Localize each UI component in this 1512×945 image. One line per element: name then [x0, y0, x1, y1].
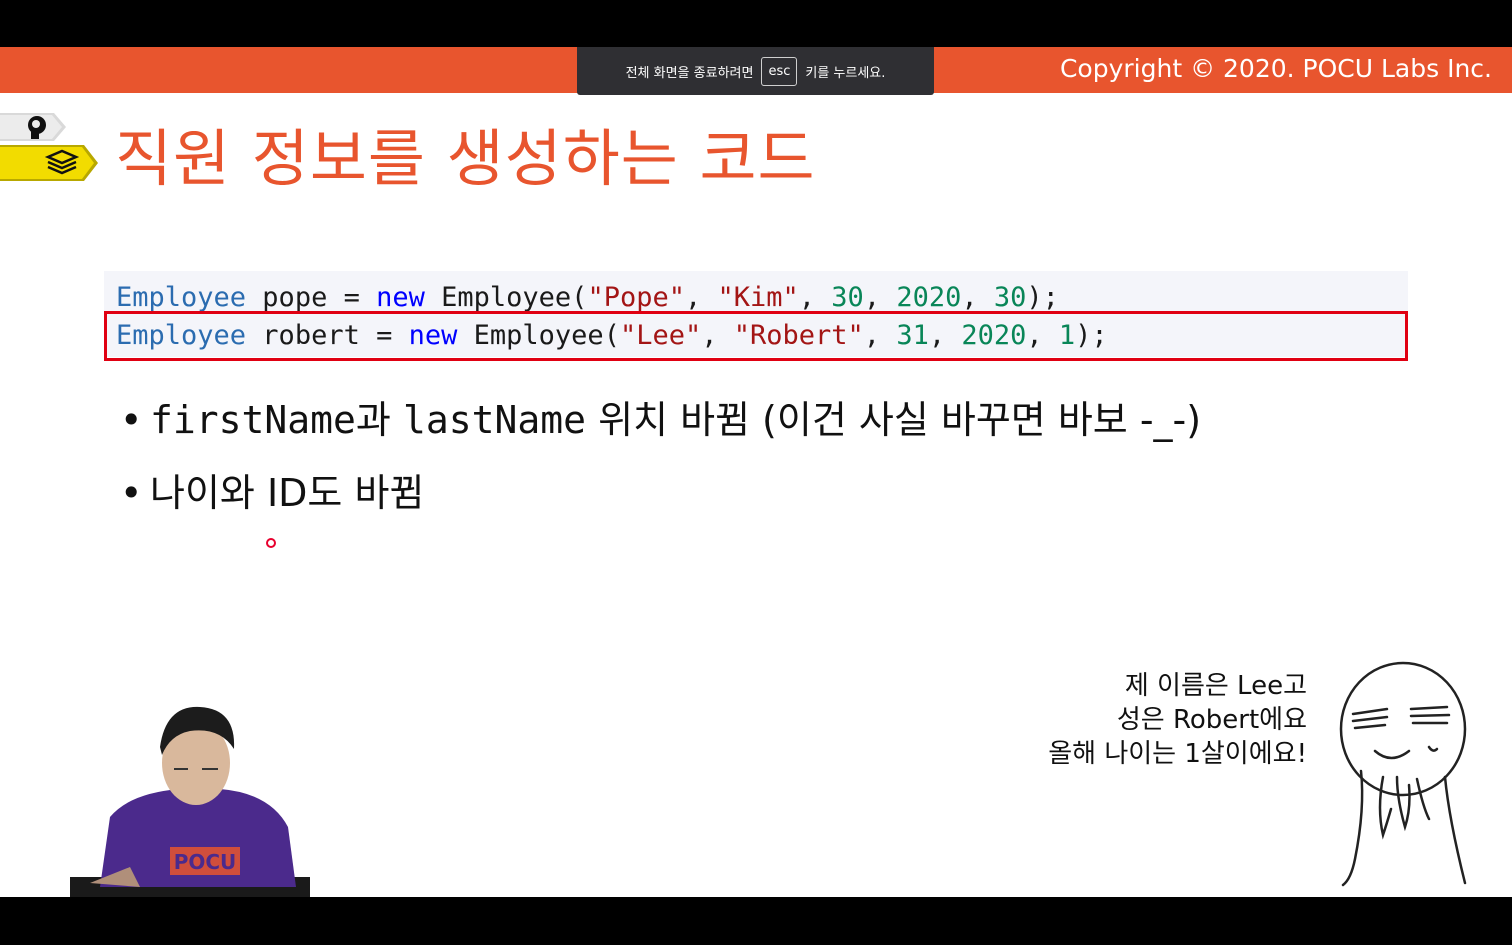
bullet-item: • firstName과 lastName 위치 바뀜 (이건 사실 바꾸면 바보… [120, 389, 1201, 444]
code-string: "Pope" [587, 282, 685, 313]
code-text: , [798, 282, 832, 313]
bullet-text: 위치 바뀜 (이건 사실 바꾸면 바보 -_-) [585, 398, 1202, 442]
bullet-text: 과 [355, 398, 403, 442]
laser-pointer-dot [266, 538, 276, 548]
speech-line: 올해 나이는 1살이에요! [1048, 739, 1307, 769]
bullet-dot: • [120, 471, 143, 515]
code-number: 30 [993, 282, 1027, 313]
code-text: , [961, 282, 994, 313]
code-text: pope = [246, 282, 377, 313]
code-text: , [684, 282, 718, 313]
bullet-text: 나이와 ID도 바뀜 [150, 471, 425, 515]
fullscreen-exit-toast: 전체 화면을 종료하려면 esc 키를 누르세요. [577, 47, 934, 95]
esc-key-badge: esc [761, 56, 798, 86]
copyright-text: Copyright © 2020. POCU Labs Inc. [1059, 54, 1492, 83]
speech-line: 성은 Robert에요 [1116, 705, 1307, 735]
character-speech: 제 이름은 Lee고 성은 Robert에요 올해 나이는 1살이에요! [1048, 669, 1307, 771]
bullet-code: lastName [402, 398, 586, 442]
toast-text-before: 전체 화면을 종료하려면 [625, 65, 754, 81]
brain-head-icon[interactable] [0, 113, 66, 141]
code-text: ); [1026, 282, 1059, 313]
toast-text-after: 키를 누르세요. [805, 65, 886, 81]
code-line-pope: Employee pope = new Employee("Pope", "Ki… [116, 281, 1059, 315]
bullet-item: • 나이와 ID도 바뀜 [120, 462, 424, 517]
code-number: 2020 [896, 282, 962, 313]
bullet-code: firstName [150, 398, 356, 442]
code-text: Employee( [424, 282, 588, 313]
slide-title: 직원 정보를 생성하는 코드 [115, 122, 816, 195]
code-text: , [863, 282, 897, 313]
speech-line: 제 이름은 Lee고 [1124, 671, 1307, 701]
code-highlight-box [104, 311, 1408, 361]
presenter-shirt-logo: POCU [174, 850, 237, 874]
book-stack-icon[interactable] [0, 145, 98, 181]
code-keyword: new [376, 282, 425, 313]
bullet-dot: • [120, 398, 143, 442]
presenter-video-overlay: POCU [70, 706, 310, 897]
slide-stage: Copyright © 2020. POCU Labs Inc. 전체 화면을 … [0, 47, 1512, 897]
code-number: 30 [831, 282, 864, 313]
code-type: Employee [116, 282, 247, 313]
code-string: "Kim" [717, 282, 799, 313]
cartoon-character-illustration [1339, 661, 1467, 887]
